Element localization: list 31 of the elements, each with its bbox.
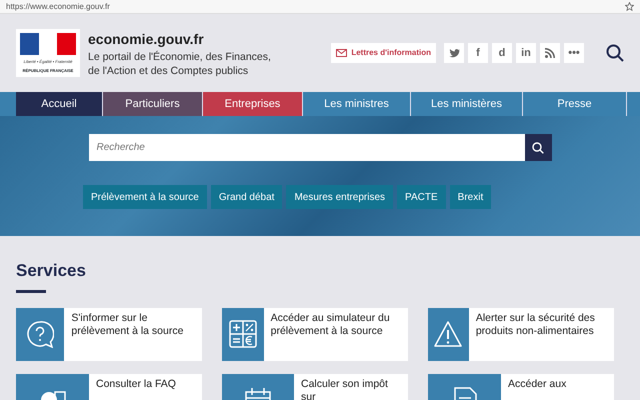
search-field[interactable]: Recherche xyxy=(88,134,524,161)
social-button[interactable]: f xyxy=(468,43,488,63)
service-link-text: Accéder au simulateur du prélèvement à la source xyxy=(270,310,391,338)
nav-tab[interactable]: Entreprises xyxy=(203,92,303,116)
social-button[interactable]: ••• xyxy=(564,43,584,63)
newsletter-button[interactable]: Lettres d'information xyxy=(331,43,436,63)
section-title: Services xyxy=(16,260,87,282)
quick-link-button[interactable]: PACTE xyxy=(397,185,446,209)
social-button[interactable]: in xyxy=(516,43,536,63)
site-tagline: de l'Action et des Comptes publics xyxy=(88,64,250,78)
quick-link-button[interactable]: Grand débat xyxy=(210,185,282,209)
service-card[interactable]: Accéder au simulateur du prélèvement à la source xyxy=(222,308,408,360)
service-card[interactable]: Consulter la FAQ xyxy=(16,374,202,400)
quick-link-button[interactable]: Prélèvement à la source xyxy=(83,185,207,209)
service-card[interactable]: Accéder aux xyxy=(428,374,614,400)
service-link-text: Alerter sur la sécurité des produits non-alimentaires xyxy=(474,310,596,338)
nav-tab[interactable]: Particuliers xyxy=(103,92,203,116)
address-bar-url[interactable]: https://www.economie.gouv.fr xyxy=(6,0,110,12)
quick-link-button[interactable]: Mesures entreprises xyxy=(286,185,394,209)
service-link-text: S'informer sur le prélèvement à la source xyxy=(70,310,184,338)
service-card[interactable]: Calculer son impôt sur xyxy=(222,374,408,400)
site-tagline: Le portail de l'Économie, des Finances, xyxy=(88,50,271,64)
service-link-text: Calculer son impôt sur xyxy=(300,376,389,400)
quick-link-button[interactable]: Brexit xyxy=(450,185,492,209)
social-button[interactable]: d xyxy=(492,43,512,63)
service-link-text: Accéder aux xyxy=(507,376,568,392)
service-card[interactable]: S'informer sur le prélèvement à la source xyxy=(16,308,202,360)
site-name: economie.gouv.fr xyxy=(88,30,205,49)
nav-tab[interactable]: Accueil xyxy=(16,92,103,116)
service-card[interactable]: Alerter sur la sécurité des produits non-alimentaires xyxy=(428,308,614,360)
service-link-text: Consulter la FAQ xyxy=(95,376,177,392)
